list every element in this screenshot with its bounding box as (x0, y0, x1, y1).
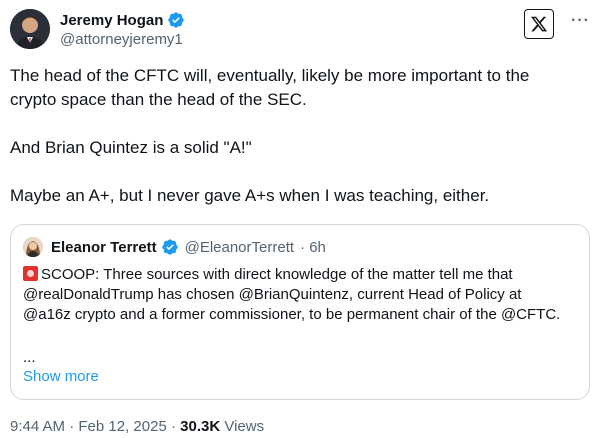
verified-badge-icon (161, 238, 179, 256)
quoted-tweet-text: SCOOP: Three sources with direct knowled… (23, 265, 573, 325)
tweet-footer: 9:44 AM · Feb 12, 2025 · 30.3K Views (10, 418, 264, 435)
tweet-paragraph-3: Maybe an A+, but I never gave A+s when I… (10, 186, 490, 205)
verified-badge-icon (167, 11, 185, 29)
tweet-date[interactable]: Feb 12, 2025 (78, 418, 166, 435)
author-avatar[interactable] (10, 9, 50, 49)
tweet-header: Jeremy Hogan @attorneyjeremy1 ··· (10, 9, 590, 53)
siren-emoji-icon (23, 266, 38, 281)
views-count[interactable]: 30.3K (180, 418, 220, 435)
x-logo-icon[interactable] (524, 9, 554, 39)
author-handle[interactable]: @attorneyjeremy1 (60, 31, 183, 48)
footer-separator: · (166, 418, 181, 435)
author-name-row: Jeremy Hogan (60, 11, 185, 29)
quoted-tweet-ellipsis: ... (23, 349, 36, 366)
quoted-tweet[interactable]: Eleanor Terrett @EleanorTerrett · 6h SCO… (10, 224, 590, 400)
quoted-tweet-time[interactable]: · 6h (300, 239, 326, 256)
more-options-icon[interactable]: ··· (571, 12, 590, 30)
tweet-paragraph-2: And Brian Quintez is a solid "A!" (10, 138, 252, 157)
tweet-text: The head of the CFTC will, eventually, l… (10, 64, 580, 208)
quoted-author-handle[interactable]: @EleanorTerrett (185, 239, 294, 256)
quoted-tweet-header: Eleanor Terrett @EleanorTerrett · 6h (23, 237, 326, 257)
quoted-author-avatar[interactable] (23, 237, 43, 257)
author-name[interactable]: Jeremy Hogan (60, 12, 163, 29)
quoted-author-name[interactable]: Eleanor Terrett (51, 239, 157, 256)
show-more-link[interactable]: Show more (23, 368, 99, 385)
quoted-tweet-body: SCOOP: Three sources with direct knowled… (23, 266, 561, 323)
views-label[interactable]: Views (220, 418, 264, 435)
tweet-paragraph-1: The head of the CFTC will, eventually, l… (10, 66, 530, 109)
tweet-time[interactable]: 9:44 AM (10, 418, 65, 435)
footer-separator: · (65, 418, 79, 435)
